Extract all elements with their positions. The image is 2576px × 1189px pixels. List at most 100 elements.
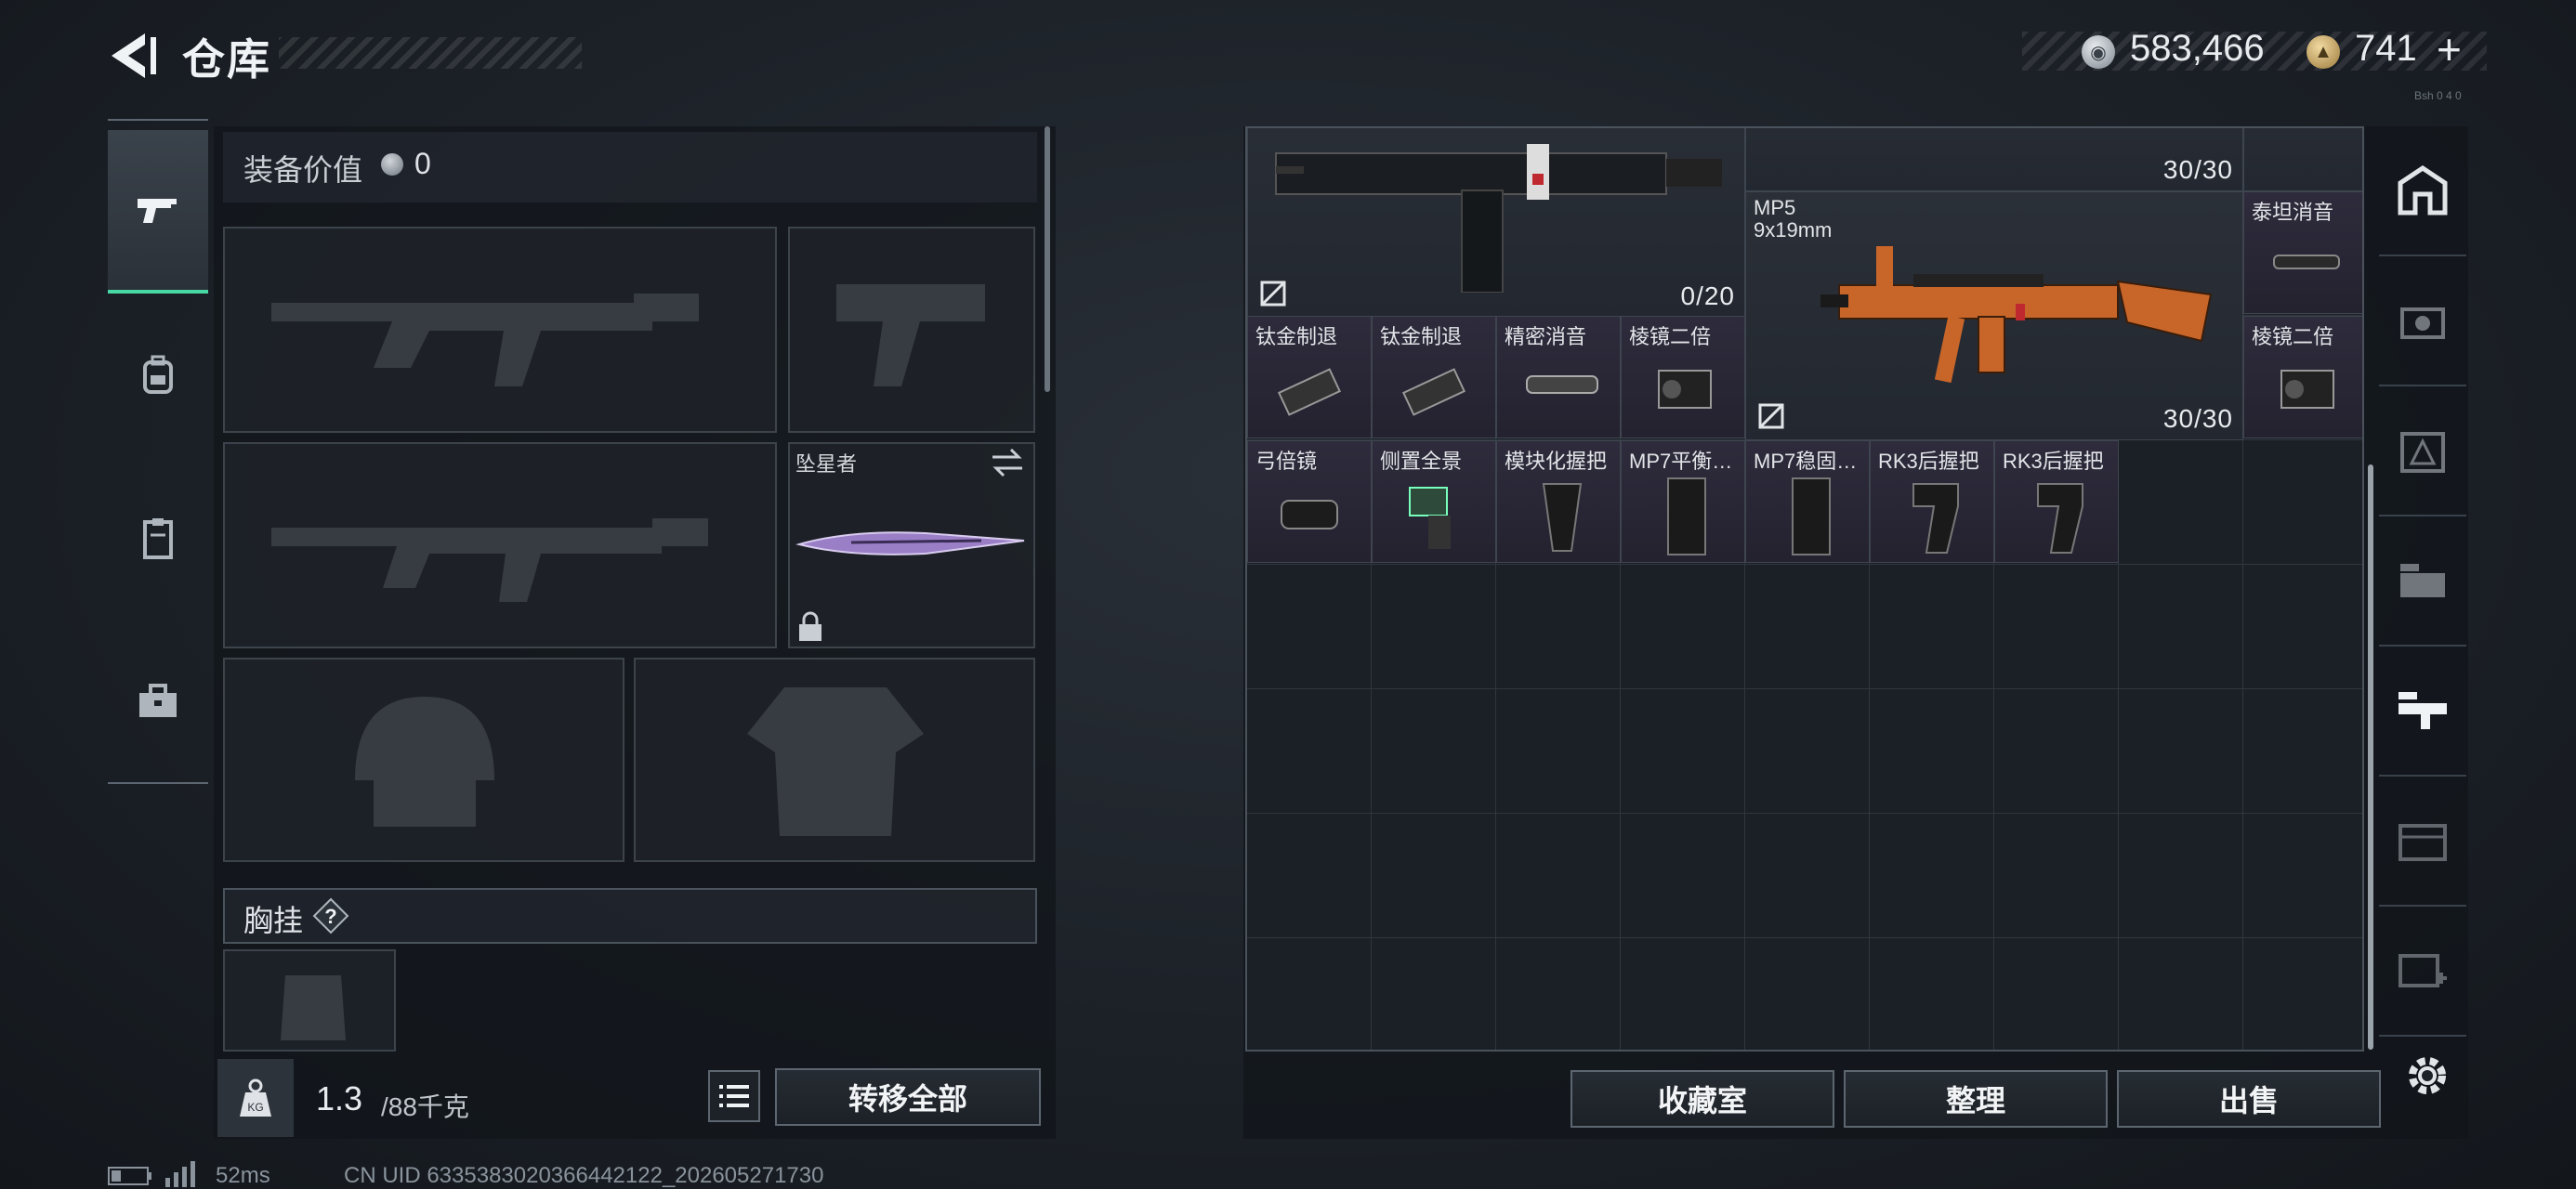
- pistol-slot[interactable]: [788, 227, 1035, 433]
- stash-grid-cell[interactable]: [2243, 440, 2362, 565]
- secondary-weapon-slot[interactable]: [223, 442, 777, 648]
- signal-icon: [165, 1161, 195, 1187]
- modify-icon: [1758, 403, 1784, 429]
- stash-grid-cell[interactable]: [1621, 938, 1745, 1050]
- armor-slot[interactable]: [634, 658, 1035, 862]
- stash-grid-cell[interactable]: [1745, 565, 1870, 689]
- swap-icon[interactable]: [989, 446, 1026, 479]
- stash-item-grip[interactable]: MP7平衡…: [1621, 440, 1745, 563]
- stash-grid-cell[interactable]: [1745, 938, 1870, 1050]
- stash-grid-cell[interactable]: [1870, 689, 1994, 814]
- stash-item-mp5[interactable]: MP5 9x19mm 30/30: [1745, 191, 2243, 440]
- stash-grid-cell[interactable]: [1372, 938, 1496, 1050]
- organize-button[interactable]: 整理: [1844, 1070, 2108, 1128]
- transfer-all-button[interactable]: 转移全部: [775, 1068, 1041, 1126]
- tab-home-base[interactable]: [2379, 126, 2466, 256]
- add-currency-button[interactable]: +: [2437, 24, 2462, 74]
- ammo-count: 0/20: [1680, 281, 1735, 310]
- list-view-button[interactable]: [708, 1070, 760, 1122]
- stash-grid-cell[interactable]: [2119, 689, 2243, 814]
- settings-gear-icon[interactable]: [2401, 1050, 2453, 1102]
- stash-grid-cell[interactable]: [1247, 814, 1372, 938]
- stash-grid-cell[interactable]: [1621, 689, 1745, 814]
- stash-item-scope[interactable]: 棱镜二倍: [1621, 316, 1745, 438]
- stash-item-grip[interactable]: 模块化握把: [1496, 440, 1621, 563]
- clipboard-icon: [143, 518, 173, 559]
- equip-coin-icon: [381, 153, 403, 176]
- stash-grid-cell[interactable]: [1994, 689, 2119, 814]
- stash-item-scope[interactable]: 棱镜二倍: [2243, 316, 2362, 438]
- stash-grid-cell[interactable]: [1372, 565, 1496, 689]
- stash-grid-cell[interactable]: [1496, 565, 1621, 689]
- stash-grid-cell[interactable]: [1870, 565, 1994, 689]
- item-name: 精密消音: [1505, 325, 1587, 348]
- loadout-scrollbar[interactable]: [1045, 126, 1050, 392]
- stash-grid-cell[interactable]: [2119, 565, 2243, 689]
- tab-weapon-tier-3[interactable]: [2379, 647, 2466, 777]
- stash-grid-cell[interactable]: [1870, 814, 1994, 938]
- help-icon[interactable]: ?: [312, 897, 349, 934]
- stash-grid-cell[interactable]: [1247, 565, 1372, 689]
- chest-rig-slot[interactable]: [223, 949, 396, 1052]
- stash-grid-cell[interactable]: [1247, 689, 1372, 814]
- chest-rig-label: 胸挂: [243, 904, 304, 937]
- stash-grid-cell[interactable]: [1372, 814, 1496, 938]
- weight-lock-button[interactable]: KG: [217, 1059, 294, 1137]
- tab-medical-tier-4[interactable]: [2379, 907, 2466, 1037]
- stash-grid-cell[interactable]: [1621, 565, 1745, 689]
- stash-item-grip[interactable]: RK3后握把: [1994, 440, 2119, 563]
- back-button[interactable]: [104, 28, 160, 84]
- tab-vest[interactable]: [108, 457, 208, 621]
- home-base-icon: [2398, 164, 2448, 216]
- stash-grid-cell[interactable]: [1496, 814, 1621, 938]
- tab-vehicle[interactable]: [2379, 256, 2466, 386]
- stash-grid-cell[interactable]: [2119, 938, 2243, 1050]
- tab-gear-tier-3[interactable]: [2379, 386, 2466, 516]
- tab-tools[interactable]: [108, 621, 208, 784]
- stash-item-suppressor[interactable]: 精密消音: [1496, 316, 1621, 438]
- stash-grid-cell[interactable]: [1496, 938, 1621, 1050]
- helmet-slot[interactable]: [223, 658, 624, 862]
- stash-item-scope[interactable]: 弓倍镜: [1247, 440, 1372, 563]
- stash-item-magazine[interactable]: 30/30: [1745, 128, 2243, 191]
- stash-item-muzzle[interactable]: 钛金制退: [1247, 316, 1372, 438]
- stash-grid-cell[interactable]: [1621, 814, 1745, 938]
- mag-grip-icon: [1667, 477, 1706, 555]
- lock-icon: [799, 611, 821, 641]
- stash-item-smg[interactable]: 0/20: [1247, 128, 1745, 318]
- stash-grid-cell[interactable]: [2243, 689, 2362, 814]
- stash-grid-cell[interactable]: [1994, 814, 2119, 938]
- stash-grid-cell[interactable]: [1496, 689, 1621, 814]
- stash-item-grip[interactable]: MP7稳固…: [1745, 440, 1870, 563]
- stash-grid-cell[interactable]: [2243, 565, 2362, 689]
- stash-grid-cell[interactable]: [1870, 938, 1994, 1050]
- stash-scrollbar[interactable]: [2368, 464, 2373, 1050]
- stash-category-strip: [2379, 126, 2466, 1065]
- tab-gear-tier-4[interactable]: [2379, 777, 2466, 907]
- stash-grid-cell[interactable]: [2243, 938, 2362, 1050]
- stash-grid-cell[interactable]: [1994, 938, 2119, 1050]
- stash-grid-cell[interactable]: [2119, 440, 2243, 565]
- item-name: RK3后握把: [2003, 450, 2104, 473]
- loadout-tab-strip: [108, 119, 208, 784]
- stash-grid-cell[interactable]: [1745, 689, 1870, 814]
- stash-grid-cell[interactable]: [1247, 938, 1372, 1050]
- stash-grid-cell[interactable]: [1745, 814, 1870, 938]
- stash-item-muzzle[interactable]: 钛金制退: [1372, 316, 1496, 438]
- stash-grid-cell[interactable]: [1372, 689, 1496, 814]
- collection-room-button[interactable]: 收藏室: [1571, 1070, 1834, 1128]
- tab-gear-tier-3-set[interactable]: [2379, 516, 2466, 647]
- stash-grid-cell[interactable]: [1994, 565, 2119, 689]
- sell-button[interactable]: 出售: [2117, 1070, 2381, 1128]
- item-name: 钛金制退: [1380, 325, 1463, 348]
- stash-item-sight[interactable]: 侧置全景: [1372, 440, 1496, 563]
- tab-weapons[interactable]: [108, 130, 208, 294]
- stash-item-suppressor[interactable]: 泰坦消音: [2243, 191, 2362, 314]
- stash-item-partial[interactable]: [2243, 128, 2362, 191]
- primary-weapon-slot[interactable]: [223, 227, 777, 433]
- stash-grid-cell[interactable]: [2119, 814, 2243, 938]
- stash-grid-cell[interactable]: [2243, 814, 2362, 938]
- tab-backpack[interactable]: [108, 294, 208, 457]
- stash-item-grip[interactable]: RK3后握把: [1870, 440, 1994, 563]
- muzzle-brake-icon: [1401, 368, 1466, 416]
